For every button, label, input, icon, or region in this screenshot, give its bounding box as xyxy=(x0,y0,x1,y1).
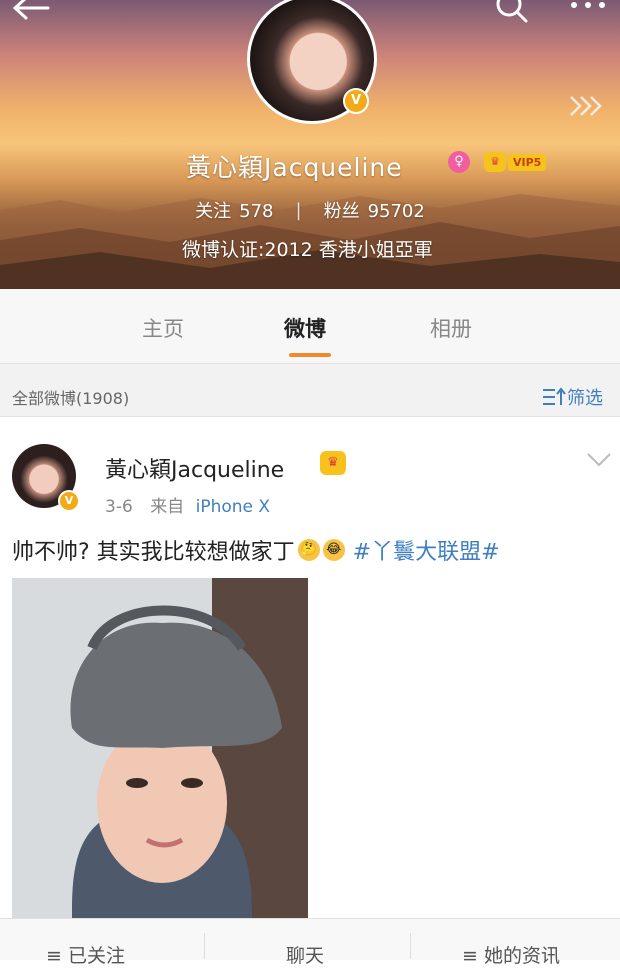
profile-stats: 关注 578 | 粉丝 95702 xyxy=(0,197,620,223)
bottom-divider xyxy=(204,933,205,959)
vip-level-label: VIP5 xyxy=(508,153,547,171)
more-info-label: 她的资讯 xyxy=(483,945,560,967)
post-text: 帅不帅? 其实我比较想做家丁 🤔 😂 #丫鬟大联盟# xyxy=(12,534,500,566)
back-arrow-icon[interactable] xyxy=(10,0,52,22)
photo-portrait xyxy=(12,578,308,918)
followed-button[interactable]: ≡ 已关注 xyxy=(46,941,125,968)
verified-badge-icon: V xyxy=(343,88,369,114)
followers-count: 95702 xyxy=(367,201,425,222)
active-tab-indicator xyxy=(289,353,331,357)
source-prefix: 来自 xyxy=(150,497,185,517)
info-lines-icon: ≡ xyxy=(462,945,478,967)
followed-label: 已关注 xyxy=(67,945,125,967)
filter-bar: 全部微博(1908) 筛选 xyxy=(0,364,620,417)
filter-label: 筛选 xyxy=(567,388,603,409)
vip-badge[interactable]: ♛ VIP5 xyxy=(484,152,547,172)
laughing-emoji-icon: 😂 xyxy=(322,539,345,561)
chevron-down-icon[interactable] xyxy=(586,452,612,468)
followers-stat[interactable]: 粉丝 95702 xyxy=(324,197,425,223)
post-verified-badge-icon: V xyxy=(58,490,80,512)
post-author-name[interactable]: 黃心穎Jacqueline xyxy=(105,452,284,484)
expand-arrows-icon[interactable] xyxy=(568,94,602,118)
verification-text: 微博认证:2012 香港小姐亞軍 xyxy=(182,239,433,261)
vip-crown-icon: ♛ xyxy=(320,451,346,475)
post-meta: 3-6 来自 iPhone X xyxy=(105,492,270,517)
stats-divider: | xyxy=(295,199,302,221)
followers-label: 粉丝 xyxy=(323,201,360,222)
search-icon[interactable] xyxy=(494,0,530,24)
filter-button[interactable]: 筛选 xyxy=(541,384,603,410)
more-icon[interactable] xyxy=(568,0,608,12)
profile-header: V 黃心穎Jacqueline ♀ ♛ VIP5 关注 578 | 粉丝 95702… xyxy=(0,0,620,289)
topic-link[interactable]: #丫鬟大联盟# xyxy=(353,534,500,566)
all-posts-count: 全部微博(1908) xyxy=(12,389,130,408)
more-info-button[interactable]: ≡ 她的资讯 xyxy=(462,941,560,968)
filter-icon xyxy=(543,387,566,405)
post-body: 帅不帅? 其实我比较想做家丁 xyxy=(12,540,295,565)
thinking-emoji-icon: 🤔 xyxy=(297,539,320,561)
following-stat[interactable]: 关注 578 xyxy=(195,197,273,223)
tab-weibo[interactable]: 微博 xyxy=(284,313,326,343)
post-date: 3-6 xyxy=(105,497,133,517)
profile-tabs: 主页 微博 相册 xyxy=(0,289,620,364)
chat-button[interactable]: 聊天 xyxy=(286,941,324,968)
mountain-background xyxy=(0,194,620,289)
bottom-action-bar: ≡ 已关注 聊天 ≡ 她的资讯 xyxy=(0,918,620,967)
crown-icon: ♛ xyxy=(484,152,506,172)
post-source[interactable]: iPhone X xyxy=(196,497,270,517)
menu-lines-icon: ≡ xyxy=(46,945,62,967)
bottom-divider xyxy=(410,933,411,959)
following-label: 关注 xyxy=(195,201,232,222)
tab-home[interactable]: 主页 xyxy=(142,313,184,343)
following-count: 578 xyxy=(239,201,274,222)
female-icon: ♀ xyxy=(448,151,470,173)
tab-album[interactable]: 相册 xyxy=(430,313,472,343)
post-photo[interactable] xyxy=(12,578,308,918)
profile-name: 黃心穎Jacqueline xyxy=(186,153,403,182)
